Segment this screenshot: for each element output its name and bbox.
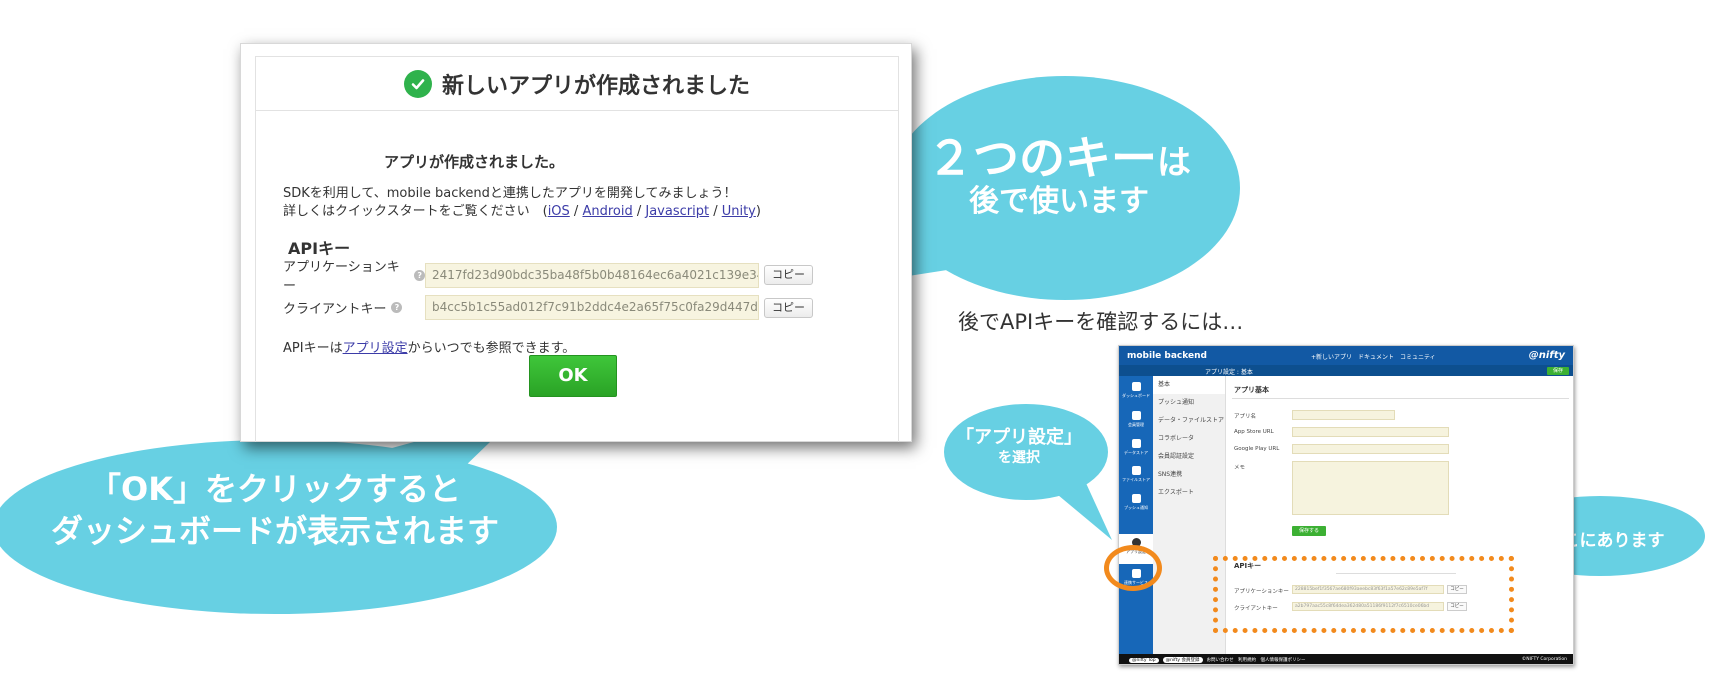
file-icon xyxy=(1131,466,1141,475)
check-circle-icon xyxy=(403,69,432,98)
footer-text-links[interactable]: お問い合わせ 利用規約 個人情報保護ポリシー xyxy=(1207,658,1306,663)
submenu-item-collaborator[interactable]: コラボレータ xyxy=(1153,430,1225,448)
sdk-link-unity[interactable]: Unity xyxy=(722,204,756,219)
field-label-app-store: App Store URL xyxy=(1234,429,1274,435)
quickstart-text: 詳しくはクイックスタートをご覧ください (iOS / Android / Jav… xyxy=(283,200,761,219)
footer-pill-register[interactable]: @nifty 会員登録 xyxy=(1162,657,1203,663)
app-name-input[interactable] xyxy=(1292,410,1395,420)
help-icon[interactable]: ? xyxy=(414,269,425,281)
dashboard-footer: @nifty Top @nifty 会員登録 お問い合わせ 利用規約 個人情報保護ポ… xyxy=(1119,654,1573,664)
copy-application-key-button[interactable]: コピー xyxy=(764,265,813,285)
submenu-item-auth[interactable]: 会員認証設定 xyxy=(1153,448,1225,466)
quickstart-prefix: 詳しくはクイックスタートをご覧ください ( xyxy=(283,204,548,219)
keys-bubble-text: ２つのキーは 後で使います xyxy=(874,132,1244,219)
dashboard-breadcrumb-bar: アプリ設定 : 基本 xyxy=(1119,365,1573,376)
app-settings-highlight-circle xyxy=(1104,545,1162,591)
submenu-item-basic[interactable]: 基本 xyxy=(1153,376,1225,394)
quickstart-suffix: ) xyxy=(755,204,761,219)
ok-bubble-text: 「OK」をクリックすると ダッシュボードが表示されます xyxy=(10,468,540,552)
memo-textarea[interactable] xyxy=(1292,461,1449,515)
list-icon xyxy=(1131,439,1141,448)
dialog-title: 新しいアプリが作成されました xyxy=(441,73,750,99)
ref-prefix: APIキーは xyxy=(283,341,343,356)
footer-links: @nifty Top @nifty 会員登録 お問い合わせ 利用規約 個人情報保護ポ… xyxy=(1129,657,1306,663)
client-key-label: クライアントキー? xyxy=(283,298,425,317)
submenu-item-export[interactable]: エクスポート xyxy=(1153,484,1225,502)
sidebar-item-members[interactable]: 会員管理 xyxy=(1119,411,1153,428)
sidebar-item-dashboard[interactable]: ダッシュボード xyxy=(1119,382,1153,399)
nifty-logo: @nifty xyxy=(1528,350,1565,361)
submenu-item-datastore[interactable]: データ・ファイルストア xyxy=(1153,412,1225,430)
divider xyxy=(1232,398,1569,399)
sdk-link-javascript[interactable]: Javascript xyxy=(645,204,709,219)
chat-icon xyxy=(1131,494,1141,503)
dashboard-menu[interactable]: +新しいアプリ ドキュメント コミュニティ xyxy=(1311,352,1436,361)
sidebar-item-label: ダッシュボード xyxy=(1122,393,1150,398)
application-key-field[interactable]: 2417fd23d90bdc35ba48f5b0b48164ec6a4021c1… xyxy=(425,262,759,288)
dashboard-save-top-button[interactable]: 保存 xyxy=(1547,367,1569,375)
dialog-panel: 新しいアプリが作成されました アプリが作成されました。 SDKを利用して、mob… xyxy=(255,56,899,442)
intro-text: SDKを利用して、mobile backendと連携したアプリを開発してみましょ… xyxy=(283,186,737,201)
keys-bubble-small: は xyxy=(1157,143,1191,183)
save-button[interactable]: 保存する xyxy=(1292,526,1326,536)
sidebar-item-label: 会員管理 xyxy=(1128,422,1144,427)
app-settings-link[interactable]: アプリ設定 xyxy=(343,341,408,356)
created-message: アプリが作成されました。 xyxy=(384,153,565,171)
app-bubble-line1: 「アプリ設定」 xyxy=(956,427,1082,448)
application-key-label: アプリケーションキー? xyxy=(283,256,425,294)
dashboard-topbar: mobile backend +新しいアプリ ドキュメント コミュニティ @ni… xyxy=(1119,346,1573,365)
application-key-row: アプリケーションキー? 2417fd23d90bdc35ba48f5b0b481… xyxy=(283,256,813,294)
dashboard-sidebar: ダッシュボード 会員管理 データストア ファイルストア プッシュ通知 アプリ設定… xyxy=(1119,376,1153,654)
sidebar-item-datastore[interactable]: データストア xyxy=(1119,439,1153,456)
link-separator: / xyxy=(569,204,583,219)
keys-bubble-big: ２つのキー xyxy=(927,131,1157,185)
keys-bubble-line2: 後で使います xyxy=(969,183,1149,219)
submenu-item-sns[interactable]: SNS連携 xyxy=(1153,466,1225,484)
google-play-url-input[interactable] xyxy=(1292,444,1449,454)
field-label-google-play: Google Play URL xyxy=(1234,446,1280,452)
client-key-label-text: クライアントキー xyxy=(283,302,387,317)
api-key-reference-text: APIキーはアプリ設定からいつでも参照できます。 xyxy=(283,337,575,356)
field-label-memo: メモ xyxy=(1234,465,1246,471)
field-label-app-name: アプリ名 xyxy=(1234,414,1257,420)
help-icon[interactable]: ? xyxy=(391,302,403,313)
sidebar-item-label: プッシュ通知 xyxy=(1124,505,1148,510)
application-key-label-text: アプリケーションキー xyxy=(283,260,400,294)
ok-bubble-line1: 「OK」をクリックすると xyxy=(88,470,461,508)
ok-bubble-line2: ダッシュボードが表示されます xyxy=(50,512,499,550)
dashboard-icon xyxy=(1131,382,1141,391)
copy-client-key-button[interactable]: コピー xyxy=(764,297,813,318)
app-store-url-input[interactable] xyxy=(1292,427,1449,437)
footer-pill-top[interactable]: @nifty Top xyxy=(1129,658,1159,663)
client-key-row: クライアントキー? b4cc5b1c55ad012f7c91b2ddc4e2a6… xyxy=(283,295,813,320)
app-created-dialog: 新しいアプリが作成されました アプリが作成されました。 SDKを利用して、mob… xyxy=(240,43,912,442)
api-keys-highlight-box xyxy=(1213,556,1514,633)
ok-button[interactable]: OK xyxy=(529,355,617,397)
dashboard-breadcrumb: アプリ設定 : 基本 xyxy=(1205,369,1253,376)
keys-bubble-line1: ２つのキーは xyxy=(874,132,1244,185)
users-icon xyxy=(1131,411,1141,420)
sidebar-item-label: ファイルストア xyxy=(1122,477,1150,482)
dialog-header: 新しいアプリが作成されました xyxy=(256,57,898,111)
sdk-link-ios[interactable]: iOS xyxy=(548,204,570,219)
link-separator: / xyxy=(709,204,722,219)
app-bubble-text: 「アプリ設定」 を選択 xyxy=(944,428,1094,468)
dashboard-logo: mobile backend xyxy=(1127,351,1207,361)
later-caption: 後でAPIキーを確認するには… xyxy=(958,310,1244,334)
sidebar-item-label: データストア xyxy=(1124,450,1148,455)
sidebar-item-filestore[interactable]: ファイルストア xyxy=(1119,466,1153,483)
sdk-link-android[interactable]: Android xyxy=(582,204,632,219)
submenu-item-push[interactable]: プッシュ通知 xyxy=(1153,394,1225,412)
sidebar-item-push[interactable]: プッシュ通知 xyxy=(1119,494,1153,511)
ref-suffix: からいつでも参照できます。 xyxy=(407,341,576,356)
section-app-basic: アプリ基本 xyxy=(1234,386,1269,394)
client-key-field[interactable]: b4cc5b1c55ad012f7c91b2ddc4e2a65f75c0fa29… xyxy=(425,295,759,320)
app-bubble-line2: を選択 xyxy=(998,450,1040,466)
link-separator: / xyxy=(632,204,646,219)
copyright: ©NIFTY Corporation xyxy=(1521,657,1567,662)
